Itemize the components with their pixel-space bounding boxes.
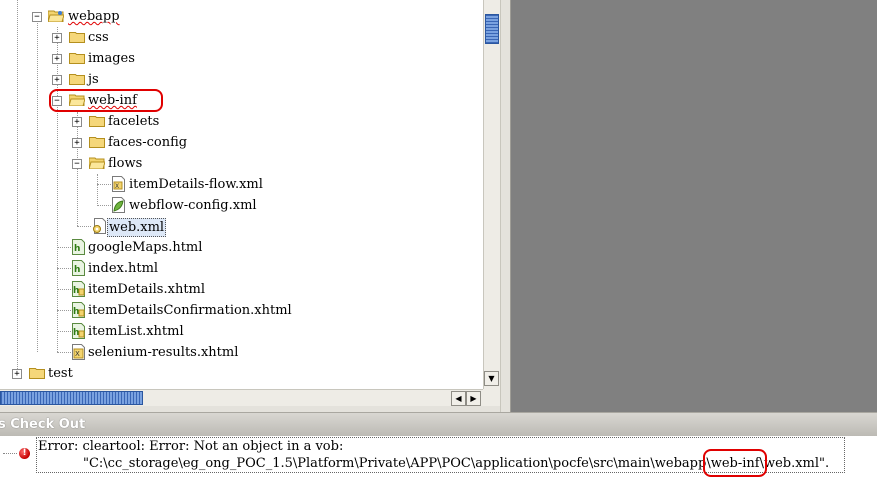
tree-item-label: facelets [108,114,160,129]
tree-item-label: webflow-config.xml [129,198,257,213]
tree-item-label: images [88,51,135,66]
tree-item-facelets[interactable]: + facelets [0,111,483,132]
expand-toggle[interactable]: + [72,138,82,148]
tree-item-label: css [88,30,109,45]
svg-text:h: h [73,307,79,317]
web-config-file-icon [93,218,106,234]
tree-item-label: js [88,72,99,87]
tree-item-label: index.html [88,261,159,276]
folder-icon [69,32,85,43]
tree-item-label: web.xml [107,218,167,237]
tree-item-itemdetails-flow-xml[interactable]: X itemDetails-flow.xml [0,174,483,195]
xml-file-icon: X [112,176,125,192]
svg-text:h: h [73,286,79,296]
xhtml-file-icon: h [72,281,85,297]
scrollbar-thumb[interactable] [0,391,143,405]
tree-item-test[interactable]: + test [0,363,483,384]
tree-item-label: itemList.xhtml [88,324,184,339]
tree-item-itemdetails-xhtml[interactable]: h itemDetails.xhtml [0,279,483,300]
expand-toggle[interactable]: + [52,33,62,43]
tree-item-selenium-results-xhtml[interactable]: X selenium-results.xhtml [0,342,483,363]
tree-item-js[interactable]: + js [0,69,483,90]
tree-item-flows[interactable]: − flows [0,153,483,174]
scrollbar-corner [483,389,500,406]
splitter[interactable] [500,0,511,412]
folder-icon [69,53,85,64]
tree-item-label: flows [108,156,143,171]
expand-toggle[interactable]: + [72,117,82,127]
error-path-prefix: "C:\cc_storage\eg_ong_POC_1.5\Platform\P… [83,456,707,471]
svg-text:h: h [74,265,80,275]
collapse-toggle[interactable]: − [72,159,82,169]
svg-text:X: X [75,350,80,358]
error-icon: ! [19,448,30,459]
expand-toggle[interactable]: + [52,54,62,64]
collapse-toggle[interactable]: − [32,12,42,22]
folder-icon [69,74,85,85]
tree-item-web-xml[interactable]: web.xml [0,216,483,237]
error-path-highlight: \web-inf\ [703,449,767,477]
scroll-down-button[interactable]: ▼ [484,371,499,386]
tree-item-label: faces-config [108,135,188,150]
html-file-icon: h [72,239,85,255]
scrollbar-thumb[interactable] [485,14,499,44]
spring-config-file-icon [112,197,125,213]
tree-item-webflow-config-xml[interactable]: webflow-config.xml [0,195,483,216]
folder-icon [89,137,105,148]
svg-text:h: h [74,244,80,254]
xhtml-file-icon: X [72,344,85,360]
tree-item-label: itemDetails-flow.xml [129,177,263,192]
tree-item-label: itemDetailsConfirmation.xhtml [88,303,292,318]
check-out-panel-title: s Check Out [0,412,877,436]
horizontal-scrollbar[interactable]: ◀ ▶ [0,389,483,406]
highlight-oval [49,89,163,112]
tree-item-googlemaps-html[interactable]: h googleMaps.html [0,237,483,258]
panel-title: s Check Out [0,417,86,432]
xhtml-file-icon: h [72,323,85,339]
highlight-oval [703,449,767,477]
tree-item-itemlist-xhtml[interactable]: h itemList.xhtml [0,321,483,342]
expand-toggle[interactable]: + [52,75,62,85]
tree-connector [3,453,17,454]
scroll-left-button[interactable]: ◀ [451,391,466,406]
folder-icon [89,116,105,127]
tree-item-label: test [48,366,73,381]
expand-toggle[interactable]: + [12,369,22,379]
folder-open-icon [48,10,64,22]
xhtml-file-icon: h [72,302,85,318]
tree-item-images[interactable]: + images [0,48,483,69]
tree-item-label: selenium-results.xhtml [88,345,239,360]
project-tree: − webapp + css + images + js − web-inf +… [0,0,483,389]
tree-item-label: googleMaps.html [88,240,203,255]
error-line-1: Error: cleartool: Error: Not an object i… [38,439,344,454]
tree-item-label: itemDetails.xhtml [88,282,206,297]
check-out-output: ! Error: cleartool: Error: Not an object… [0,436,877,492]
error-path-suffix: web.xml". [763,456,830,471]
error-message[interactable]: Error: cleartool: Error: Not an object i… [36,437,845,477]
editor-area [511,0,877,412]
folder-open-icon [89,157,105,169]
error-line-2: "C:\cc_storage\eg_ong_POC_1.5\Platform\P… [83,449,830,477]
tree-item-webapp[interactable]: − webapp [0,6,483,27]
svg-text:X: X [115,183,119,190]
tree-item-index-html[interactable]: h index.html [0,258,483,279]
scroll-right-button[interactable]: ▶ [466,391,481,406]
html-file-icon: h [72,260,85,276]
vertical-scrollbar[interactable]: ▼ [483,0,500,389]
tree-item-css[interactable]: + css [0,27,483,48]
svg-text:h: h [73,328,79,338]
tree-item-label: webapp [68,9,120,24]
tree-item-faces-config[interactable]: + faces-config [0,132,483,153]
tree-item-itemdetailsconfirmation-xhtml[interactable]: h itemDetailsConfirmation.xhtml [0,300,483,321]
folder-icon [29,368,45,379]
